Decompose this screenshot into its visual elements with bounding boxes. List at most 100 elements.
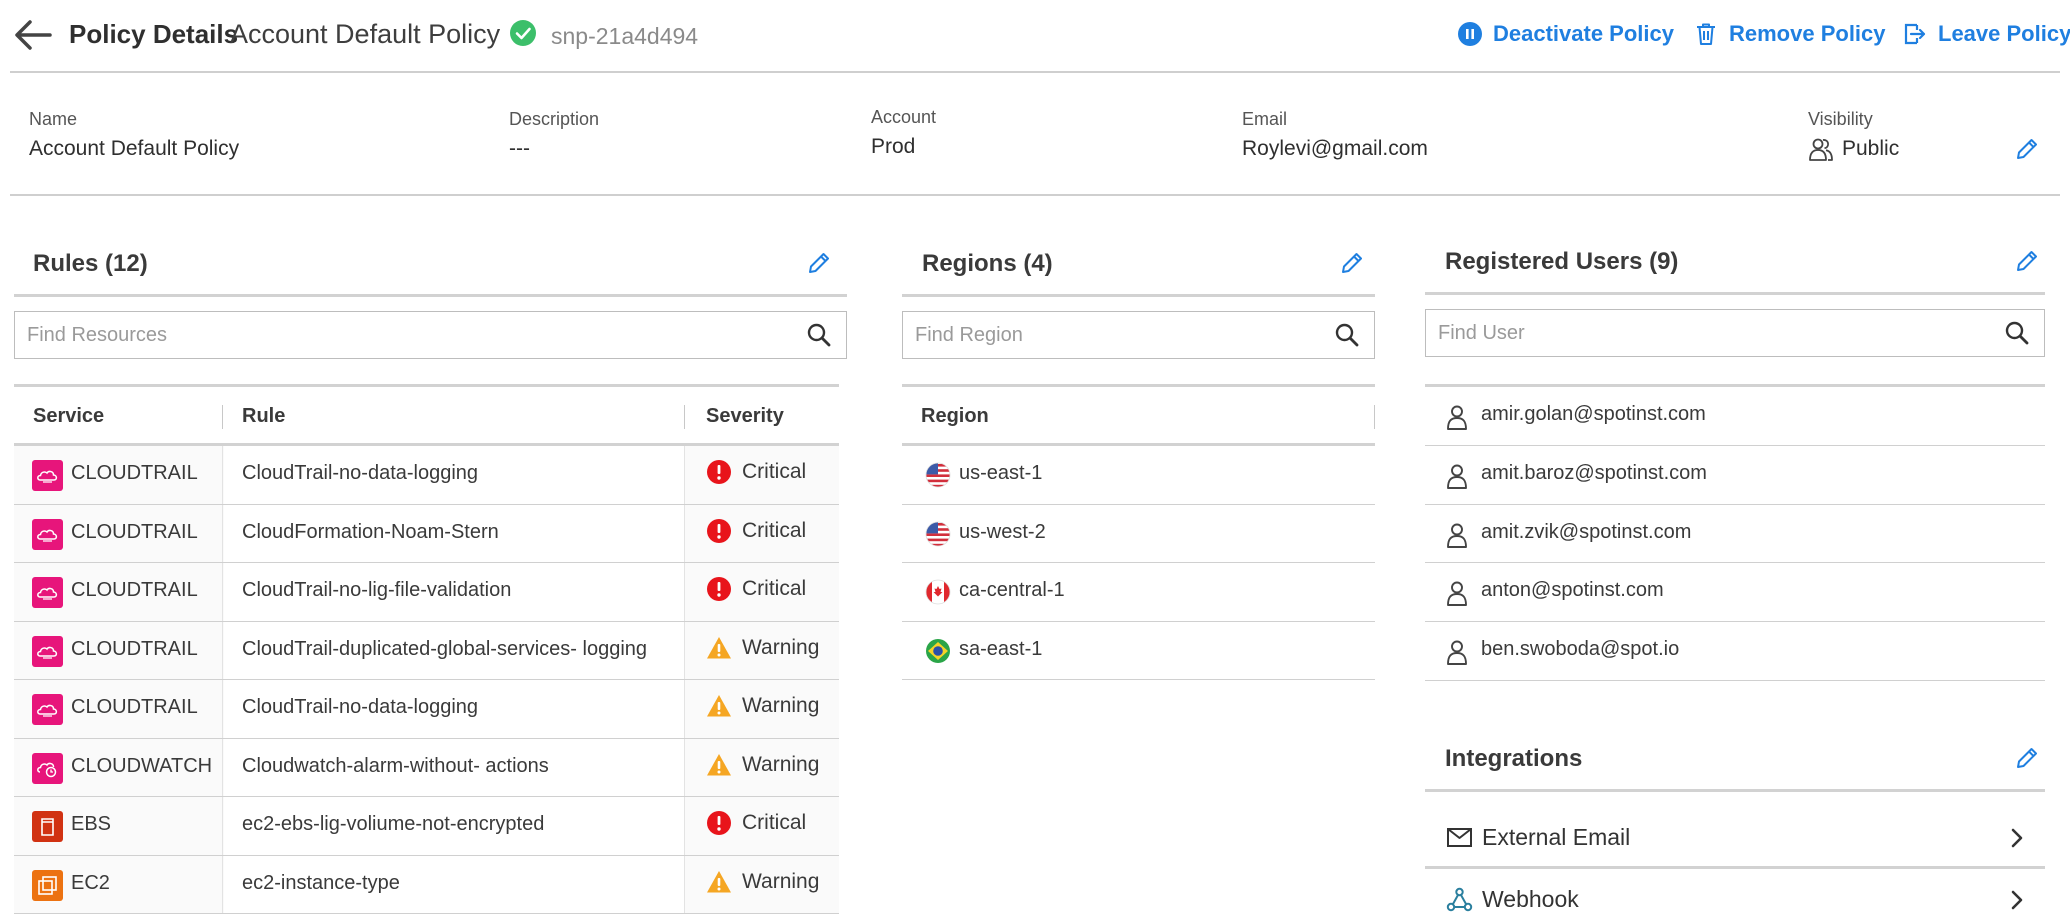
warning-icon: [707, 636, 731, 658]
find-region-input[interactable]: [903, 312, 1334, 358]
rule-row[interactable]: CLOUDTRAIL CloudTrail-no-data-logging Warn…: [14, 680, 839, 739]
email-label: Email: [1242, 109, 1288, 129]
user-email: ben.swoboda@spot.io: [1481, 638, 1680, 661]
column-header-region[interactable]: Region: [921, 405, 989, 428]
info-name: Name Account Default Policy: [29, 108, 239, 163]
column-header-rule[interactable]: Rule: [242, 405, 285, 428]
rule-row[interactable]: CLOUDWATCH Cloudwatch-alarm-without- acti…: [14, 738, 839, 797]
region-name: sa-east-1: [959, 637, 1043, 660]
rule-name[interactable]: CloudTrail-no-data-logging: [242, 462, 478, 485]
rule-name[interactable]: CloudTrail-no-lig-file-validation: [242, 579, 511, 602]
user-row[interactable]: amit.zvik@spotinst.com: [1425, 505, 2045, 564]
severity-badge: Critical: [706, 576, 806, 602]
search-icon[interactable]: [806, 322, 832, 348]
cell-divider: [684, 446, 685, 504]
chevron-right-icon: [2011, 828, 2023, 848]
name-value: Account Default Policy: [29, 137, 240, 160]
chevron-right-icon: [2011, 890, 2023, 910]
us-flag-icon: [925, 521, 951, 546]
name-label: Name: [29, 109, 78, 129]
rule-row[interactable]: CLOUDTRAIL CloudTrail-duplicated-global-s…: [14, 621, 839, 680]
rules-search: [14, 311, 847, 359]
rules-table-body: CLOUDTRAIL CloudTrail-no-data-logging Crit…: [14, 446, 839, 914]
integration-label: External Email: [1482, 824, 1631, 850]
find-user-input[interactable]: [1426, 310, 2004, 356]
column-header-service[interactable]: Service: [33, 405, 104, 428]
user-row[interactable]: ben.swoboda@spot.io: [1425, 622, 2045, 681]
severity-badge: Warning: [706, 693, 819, 719]
edit-rules-pencil-icon[interactable]: [806, 250, 832, 276]
ec2-icon: [32, 869, 63, 901]
cell-divider: [222, 563, 223, 621]
rule-name[interactable]: ec2-ebs-lig-voliume-not-encrypted: [242, 813, 544, 836]
rule-row[interactable]: EBS ec2-ebs-lig-voliume-not-encrypted Crit…: [14, 797, 839, 856]
integrations-title-divider: [1425, 789, 2045, 792]
rule-row[interactable]: EC2 ec2-instance-type Warning: [14, 855, 839, 914]
policy-id: snp-21a4d494: [551, 23, 699, 49]
email-value: Roylevi@gmail.com: [1242, 137, 1428, 160]
rules-title: Rules (12): [33, 250, 148, 277]
pause-icon: [1458, 22, 1482, 46]
integration-external-email[interactable]: External Email: [1425, 807, 2045, 869]
cell-divider: [222, 738, 223, 796]
regions-table: Region us-east-1 us-west-2 ca-central-1 sa-…: [902, 384, 1375, 680]
column-header-severity[interactable]: Severity: [706, 405, 784, 428]
find-resources-input[interactable]: [15, 312, 806, 358]
envelope-icon: [1447, 828, 1472, 847]
back-arrow-icon[interactable]: [12, 14, 54, 56]
user-icon: [1447, 523, 1467, 548]
description-label: Description: [509, 109, 600, 129]
cell-divider: [684, 563, 685, 621]
rule-row[interactable]: CLOUDTRAIL CloudFormation-Noam-Stern Criti…: [14, 504, 839, 563]
severity-label: Critical: [742, 518, 807, 542]
info-account: Account Prod: [871, 106, 936, 161]
search-icon[interactable]: [2004, 320, 2030, 346]
severity-label: Critical: [742, 811, 807, 834]
edit-regions-pencil-icon[interactable]: [1339, 250, 1365, 276]
user-email: anton@spotinst.com: [1481, 579, 1664, 602]
severity-label: Warning: [742, 752, 820, 776]
deactivate-policy-button[interactable]: Deactivate Policy: [1457, 18, 1674, 50]
region-name: us-east-1: [959, 462, 1043, 484]
region-row[interactable]: ca-central-1: [902, 563, 1375, 622]
webhook-icon: [1446, 887, 1473, 912]
critical-icon: [707, 577, 731, 601]
page-title: Policy Details: [69, 19, 239, 49]
users-search: [1425, 309, 2045, 357]
br-flag-icon: [926, 638, 950, 663]
column-separator: [222, 405, 223, 429]
rule-name[interactable]: CloudTrail-duplicated-global-services- l…: [242, 638, 647, 661]
rule-name[interactable]: CloudTrail-no-data-logging: [242, 696, 478, 719]
user-row[interactable]: amir.golan@spotinst.com: [1425, 387, 2045, 446]
service-name: CLOUDTRAIL: [71, 579, 198, 601]
rule-row[interactable]: CLOUDTRAIL CloudTrail-no-data-logging Crit…: [14, 446, 839, 505]
region-row[interactable]: sa-east-1: [902, 622, 1375, 680]
service-name: EC2: [71, 871, 110, 894]
cell-divider: [684, 680, 685, 738]
user-icon: [1447, 640, 1467, 666]
rule-name[interactable]: Cloudwatch-alarm-without- actions: [242, 755, 549, 778]
edit-users-pencil-icon[interactable]: [2014, 248, 2040, 274]
user-icon: [1447, 581, 1467, 607]
edit-integrations-pencil-icon[interactable]: [2014, 745, 2040, 771]
rule-name[interactable]: CloudFormation-Noam-Stern: [242, 521, 499, 544]
user-row[interactable]: amit.baroz@spotinst.com: [1425, 446, 2045, 505]
region-row[interactable]: us-east-1: [902, 446, 1375, 505]
edit-info-pencil-icon[interactable]: [2014, 136, 2040, 162]
leave-policy-button[interactable]: Leave Policy: [1902, 18, 2070, 50]
user-row[interactable]: anton@spotinst.com: [1425, 563, 2045, 623]
severity-label: Critical: [742, 460, 807, 483]
region-row[interactable]: us-west-2: [902, 505, 1375, 563]
remove-policy-button[interactable]: Remove Policy: [1693, 18, 1886, 50]
search-icon[interactable]: [1334, 322, 1360, 348]
rule-name[interactable]: ec2-instance-type: [242, 872, 400, 895]
integration-webhook[interactable]: Webhook: [1425, 871, 2045, 922]
account-label: Account: [871, 107, 937, 127]
policy-name-heading: Account Default Policy: [230, 19, 501, 49]
info-description: Description ---: [509, 108, 599, 163]
service-name: CLOUDWATCH: [71, 754, 213, 777]
rule-row[interactable]: CLOUDTRAIL CloudTrail-no-lig-file-validat…: [14, 563, 839, 622]
cloudtrail-icon: [32, 635, 63, 667]
trash-icon: [1697, 23, 1715, 45]
regions-table-header: Region: [902, 384, 1375, 446]
